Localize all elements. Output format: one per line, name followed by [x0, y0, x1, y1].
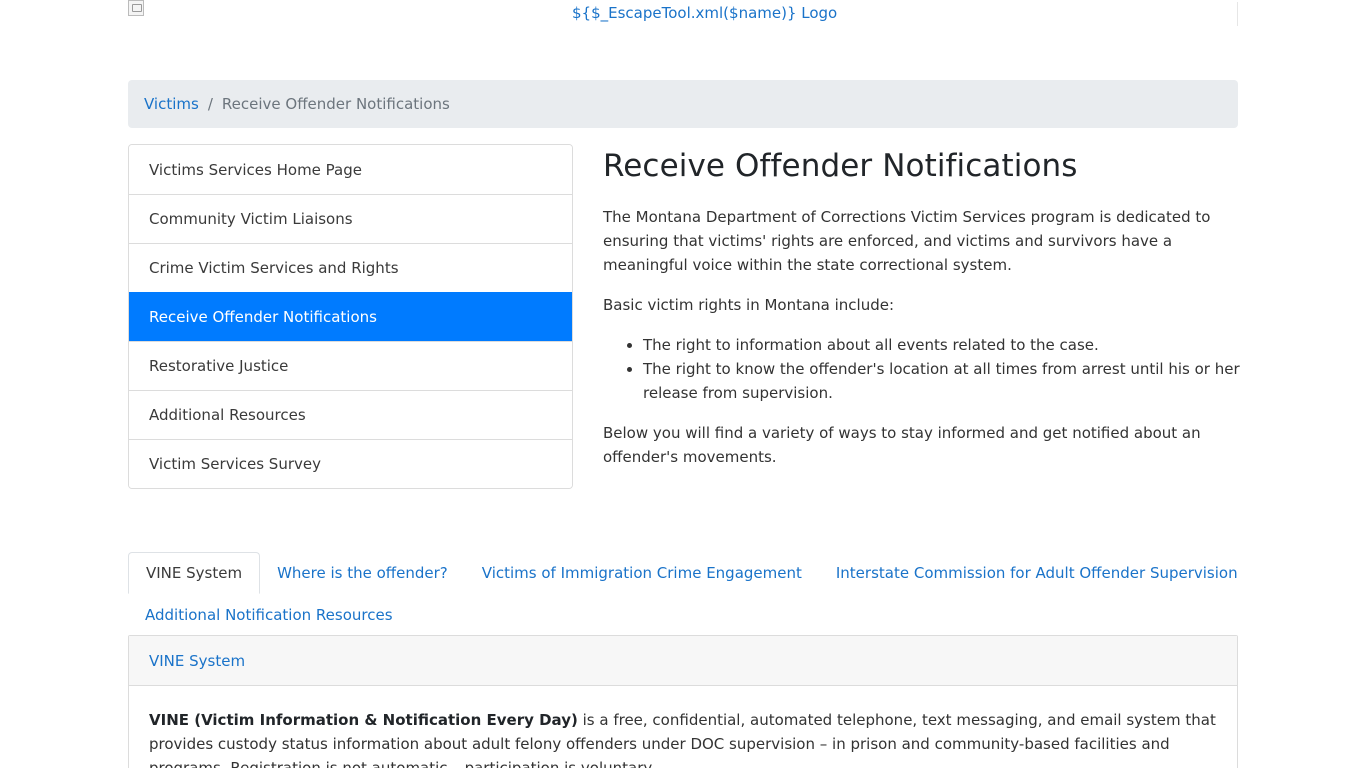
vine-panel: VINE System VINE (Victim Information & N… [128, 635, 1238, 768]
vine-acronym: VINE (Victim Information & Notification … [149, 711, 578, 729]
main-content: Receive Offender Notifications The Monta… [603, 144, 1243, 485]
tab-vine-system[interactable]: VINE System [128, 552, 261, 594]
vine-panel-header[interactable]: VINE System [129, 636, 1237, 686]
tab-row: Additional Notification Resources [128, 594, 1238, 635]
rights-lead: Basic victim rights in Montana include: [603, 296, 895, 314]
sidebar-item-receive-offender-notifications[interactable]: Receive Offender Notifications [129, 292, 572, 341]
site-logo-link[interactable]: ${$_EscapeTool.xml($name)} Logo [572, 4, 837, 22]
sidebar-item-additional-resources[interactable]: Additional Resources [129, 390, 572, 439]
broken-image-icon [128, 0, 144, 16]
tab-row: VINE System Where is the offender? Victi… [128, 552, 1238, 594]
breadcrumb-victims-link[interactable]: Victims [144, 95, 199, 113]
tab-additional-notification-resources[interactable]: Additional Notification Resources [128, 594, 410, 635]
sidebar-item-victims-services-home[interactable]: Victims Services Home Page [129, 145, 572, 194]
notification-tabs: VINE System Where is the offender? Victi… [128, 552, 1238, 635]
sidebar-item-crime-victim-services[interactable]: Crime Victim Services and Rights [129, 243, 572, 292]
list-item: The right to information about all event… [643, 333, 1243, 357]
tab-where-is-offender[interactable]: Where is the offender? [260, 552, 465, 594]
breadcrumb: Victims / Receive Offender Notifications [128, 80, 1238, 128]
outro-paragraph: Below you will find a variety of ways to… [603, 424, 1201, 466]
vine-panel-body: VINE (Victim Information & Notification … [129, 686, 1237, 768]
rights-list: The right to information about all event… [643, 333, 1243, 405]
breadcrumb-current: Receive Offender Notifications [221, 95, 450, 113]
sidebar-item-community-victim-liaisons[interactable]: Community Victim Liaisons [129, 194, 572, 243]
tab-immigration-crime-engagement[interactable]: Victims of Immigration Crime Engagement [465, 552, 819, 594]
page-title: Receive Offender Notifications [603, 148, 1078, 184]
header-divider [1237, 2, 1238, 26]
sidebar-nav: Victims Services Home Page Community Vic… [128, 144, 573, 489]
list-item: The right to know the offender's locatio… [643, 357, 1243, 405]
tab-interstate-commission[interactable]: Interstate Commission for Adult Offender… [819, 552, 1255, 594]
intro-paragraph: The Montana Department of Corrections Vi… [603, 208, 1211, 274]
sidebar-item-victim-services-survey[interactable]: Victim Services Survey [129, 439, 572, 488]
breadcrumb-separator: / [207, 95, 213, 113]
sidebar-item-restorative-justice[interactable]: Restorative Justice [129, 341, 572, 390]
logo-bar: ${$_EscapeTool.xml($name)} Logo [128, 0, 1238, 28]
